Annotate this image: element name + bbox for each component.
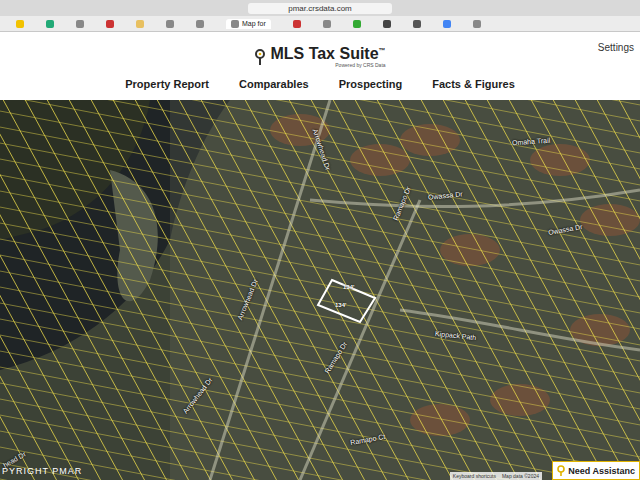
- logo-title: MLS Tax Suite™: [270, 46, 385, 62]
- nav-item[interactable]: Comparables: [239, 78, 309, 90]
- nav-item[interactable]: Property Report: [125, 78, 209, 90]
- bookmark-icon[interactable]: [353, 20, 361, 28]
- app-header: MLS Tax Suite™Powered by CRS Data Setting…: [0, 32, 640, 100]
- attribution-link[interactable]: Map data ©2024: [502, 473, 539, 479]
- bookmark-icon[interactable]: [323, 20, 331, 28]
- help-button[interactable]: Need Assistanc: [552, 461, 640, 480]
- bookmark-icon[interactable]: [473, 20, 481, 28]
- nav-item[interactable]: Facts & Figures: [432, 78, 515, 90]
- bookmark-icon[interactable]: [413, 20, 421, 28]
- bookmark-icon[interactable]: [16, 20, 24, 28]
- copyright: PYRIGHT PMAR: [2, 466, 82, 476]
- bookmark-icon[interactable]: [76, 20, 84, 28]
- browser-tab[interactable]: Map for: [226, 19, 271, 29]
- logo[interactable]: MLS Tax Suite™Powered by CRS Data: [254, 46, 385, 68]
- url-field[interactable]: pmar.crsdata.com: [248, 3, 392, 14]
- pin-key-icon: [254, 49, 266, 65]
- map[interactable]: Omaha TrailOwassa DrOwassa DrArrowhead D…: [0, 100, 640, 480]
- bookmark-bar: Map for: [0, 16, 640, 32]
- map-attribution: Keyboard shortcuts Map data ©2024: [450, 472, 542, 480]
- browser-bar: pmar.crsdata.com: [0, 0, 640, 16]
- bookmark-icon[interactable]: [383, 20, 391, 28]
- bookmark-icon[interactable]: [46, 20, 54, 28]
- parcel-dimension: 134': [335, 302, 346, 308]
- parcel-dimension: 134': [343, 284, 354, 290]
- bookmark-icon[interactable]: [166, 20, 174, 28]
- tab-icon: [231, 20, 239, 28]
- page: pmar.crsdata.com Map for MLS Tax Suite™Pow…: [0, 0, 640, 480]
- pin-icon: [557, 465, 565, 476]
- bookmark-icon[interactable]: [136, 20, 144, 28]
- main-nav: Property Report Comparables Prospecting Fac…: [125, 78, 515, 90]
- bookmark-icon[interactable]: [293, 20, 301, 28]
- bookmark-icon[interactable]: [443, 20, 451, 28]
- logo-tagline: Powered by CRS Data: [335, 62, 385, 68]
- bookmark-icon[interactable]: [196, 20, 204, 28]
- bookmark-icon[interactable]: [106, 20, 114, 28]
- nav-item[interactable]: Prospecting: [339, 78, 403, 90]
- settings-link[interactable]: Settings: [598, 42, 634, 53]
- attribution-link[interactable]: Keyboard shortcuts: [453, 473, 496, 479]
